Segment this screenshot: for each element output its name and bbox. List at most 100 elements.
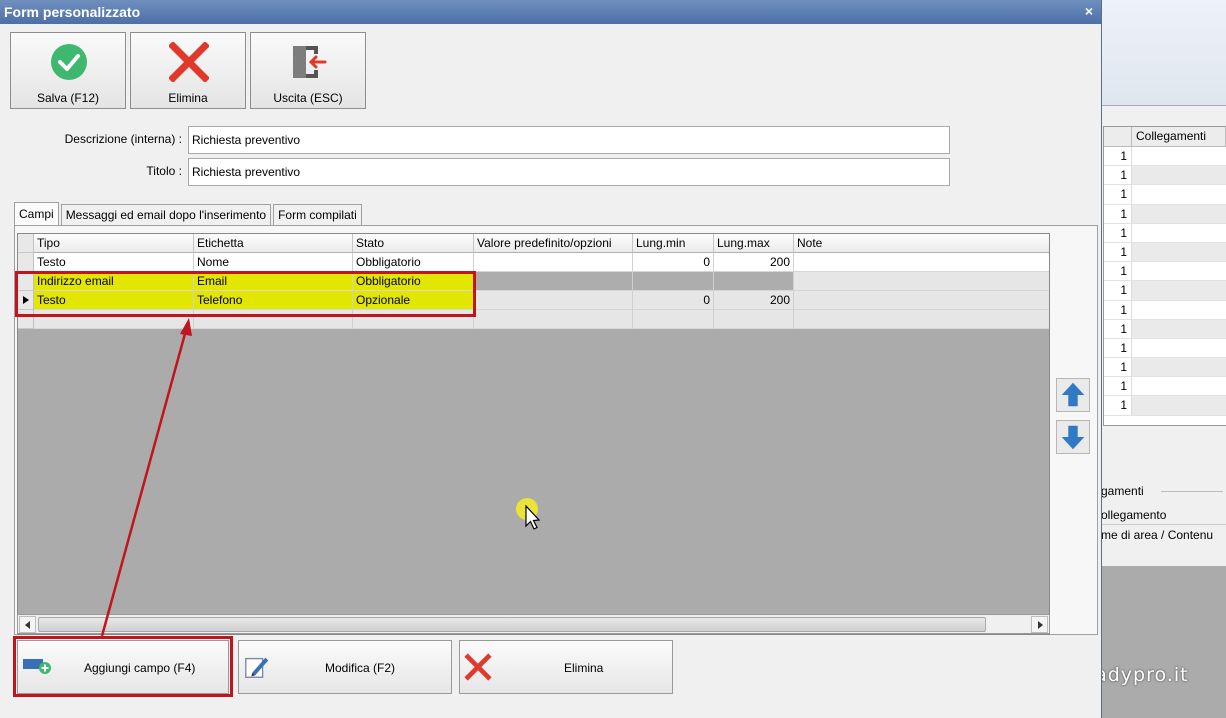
x-icon bbox=[169, 42, 209, 82]
row-indicator-current bbox=[18, 291, 34, 310]
delete-field-label: Elimina bbox=[564, 661, 604, 675]
background-grid-2: ollegamento me di area / Contenu bbox=[1101, 505, 1226, 565]
arrow-up-icon bbox=[1061, 382, 1085, 407]
column-stato[interactable]: Stato bbox=[353, 234, 474, 253]
table-row[interactable]: Testo Nome Obbligatorio 0 200 bbox=[18, 253, 1049, 272]
add-field-button[interactable]: Aggiungi campo (F4) bbox=[17, 640, 229, 694]
fields-grid[interactable]: Tipo Etichetta Stato Valore predefinito/… bbox=[17, 233, 1050, 635]
cell-etichetta[interactable]: Nome bbox=[194, 253, 353, 272]
cell-stato[interactable]: Obbligatorio bbox=[353, 272, 474, 291]
edit-button[interactable]: Modifica (F2) bbox=[238, 640, 452, 694]
scroll-thumb[interactable] bbox=[38, 617, 986, 632]
background-grid-row: 1 bbox=[1104, 262, 1226, 282]
background-grid-row: 1 bbox=[1104, 300, 1226, 320]
cell-note[interactable] bbox=[794, 291, 1049, 310]
current-row-arrow-icon bbox=[23, 296, 29, 304]
delete-button-label: Elimina bbox=[168, 91, 208, 105]
tab-strip: Campi Messaggi ed email dopo l'inserimen… bbox=[14, 202, 364, 226]
delete-field-button[interactable]: Elimina bbox=[459, 640, 673, 694]
table-row-new[interactable] bbox=[18, 310, 1049, 329]
cell-lung-min[interactable]: 0 bbox=[633, 291, 714, 310]
move-up-button[interactable] bbox=[1056, 378, 1090, 412]
descrizione-label: Descrizione (interna) : bbox=[64, 132, 182, 146]
background-grid-cell-value: 1 bbox=[1104, 166, 1132, 185]
tab-form-compilati[interactable]: Form compilati bbox=[273, 204, 362, 226]
close-icon[interactable]: × bbox=[1085, 3, 1093, 19]
cell-lung-min[interactable] bbox=[633, 272, 714, 291]
title-bar[interactable]: Form personalizzato × bbox=[0, 0, 1101, 24]
column-note[interactable]: Note bbox=[794, 234, 1049, 253]
exit-button[interactable]: Uscita (ESC) bbox=[250, 32, 366, 109]
save-button[interactable]: Salva (F12) bbox=[10, 32, 126, 109]
tab-campi[interactable]: Campi bbox=[14, 202, 59, 226]
cell-tipo[interactable]: Testo bbox=[34, 253, 194, 272]
background-grid-cell-collegamenti bbox=[1132, 262, 1226, 280]
cell-valore[interactable] bbox=[474, 272, 633, 291]
cell-tipo[interactable]: Testo bbox=[34, 291, 194, 310]
cell-note[interactable] bbox=[794, 253, 1049, 272]
titolo-input[interactable] bbox=[188, 158, 950, 186]
background-grid-cell-value: 1 bbox=[1104, 281, 1132, 300]
background-grid-cell-collegamenti bbox=[1132, 166, 1226, 185]
horizontal-scrollbar[interactable] bbox=[17, 614, 1050, 634]
background-grid-cell-value: 1 bbox=[1104, 396, 1132, 415]
cell-tipo[interactable]: Indirizzo email bbox=[34, 272, 194, 291]
add-field-icon bbox=[23, 659, 51, 674]
cell-tipo-new[interactable] bbox=[34, 310, 194, 329]
cell-valore-new[interactable] bbox=[474, 310, 633, 329]
x-icon bbox=[464, 653, 492, 681]
table-row-current[interactable]: Testo Telefono Opzionale 0 200 bbox=[18, 291, 1049, 310]
cell-lung-min-new[interactable] bbox=[633, 310, 714, 329]
dialog-title: Form personalizzato bbox=[4, 4, 141, 20]
cell-note[interactable] bbox=[794, 272, 1049, 291]
table-row[interactable]: Indirizzo email Email Obbligatorio bbox=[18, 272, 1049, 291]
cell-lung-max[interactable] bbox=[714, 272, 794, 291]
background-grid-cell-collegamenti bbox=[1132, 319, 1226, 338]
column-lung-min[interactable]: Lung.min bbox=[633, 234, 714, 253]
descrizione-input[interactable] bbox=[188, 126, 950, 154]
scroll-left-button[interactable] bbox=[19, 616, 36, 633]
descrizione-row: Descrizione (interna) : bbox=[0, 126, 950, 154]
background-grid-row: 1 bbox=[1104, 223, 1226, 243]
scroll-right-button[interactable] bbox=[1031, 616, 1048, 633]
exit-door-icon bbox=[293, 46, 327, 78]
grid-header: Tipo Etichetta Stato Valore predefinito/… bbox=[18, 234, 1049, 253]
background-window: Collegamenti 11111111111111 gamenti olle… bbox=[1100, 0, 1226, 718]
cell-etichetta-new[interactable] bbox=[194, 310, 353, 329]
cell-note-new[interactable] bbox=[794, 310, 1049, 329]
cell-lung-max[interactable]: 200 bbox=[714, 291, 794, 310]
cell-valore[interactable] bbox=[474, 253, 633, 272]
cell-etichetta[interactable]: Telefono bbox=[194, 291, 353, 310]
delete-button[interactable]: Elimina bbox=[130, 32, 246, 109]
background-grid-2-header: ollegamento bbox=[1101, 505, 1226, 525]
column-valore[interactable]: Valore predefinito/opzioni bbox=[474, 234, 633, 253]
tab-messaggi[interactable]: Messaggi ed email dopo l'inserimento bbox=[60, 204, 272, 226]
background-grid-cell-collegamenti bbox=[1132, 396, 1226, 415]
cell-stato[interactable]: Opzionale bbox=[353, 291, 474, 310]
background-grid-cell-value: 1 bbox=[1104, 319, 1132, 338]
cell-lung-max-new[interactable] bbox=[714, 310, 794, 329]
background-header bbox=[1101, 0, 1226, 106]
column-lung-max[interactable]: Lung.max bbox=[714, 234, 794, 253]
background-grid-cell-collegamenti bbox=[1132, 204, 1226, 223]
background-grid-cell-collegamenti bbox=[1132, 301, 1226, 319]
grid-header-indicator bbox=[18, 234, 34, 253]
cell-stato-new[interactable] bbox=[353, 310, 474, 329]
cell-lung-min[interactable]: 0 bbox=[633, 253, 714, 272]
titolo-label: Titolo : bbox=[146, 164, 182, 178]
background-grid-cell-value: 1 bbox=[1104, 147, 1132, 166]
add-field-label: Aggiungi campo (F4) bbox=[84, 661, 196, 675]
move-down-button[interactable] bbox=[1056, 420, 1090, 454]
column-tipo[interactable]: Tipo bbox=[34, 234, 194, 253]
cell-valore[interactable] bbox=[474, 291, 633, 310]
cell-etichetta[interactable]: Email bbox=[194, 272, 353, 291]
cell-lung-max[interactable]: 200 bbox=[714, 253, 794, 272]
scroll-right-arrow-icon bbox=[1038, 621, 1043, 629]
background-grid-cell-value: 1 bbox=[1104, 358, 1132, 377]
background-grid-cell-collegamenti bbox=[1132, 377, 1226, 395]
column-etichetta[interactable]: Etichetta bbox=[194, 234, 353, 253]
scroll-left-arrow-icon bbox=[25, 621, 30, 629]
cell-stato[interactable]: Obbligatorio bbox=[353, 253, 474, 272]
background-grid-header-blank bbox=[1104, 127, 1132, 146]
background-grid-row: 1 bbox=[1104, 185, 1226, 205]
